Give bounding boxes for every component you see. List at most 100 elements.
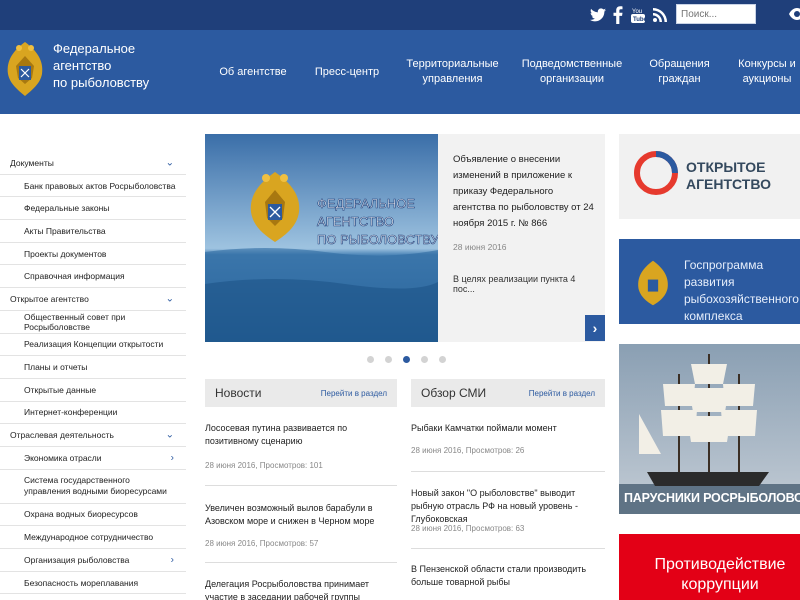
sidebar-item-label: Охрана водных биоресурсов bbox=[24, 509, 138, 520]
news-item-meta: 28 июня 2016, Просмотров: 101 bbox=[205, 461, 323, 470]
sidebar-item-documents[interactable]: Документы ⌄ bbox=[0, 152, 186, 175]
news-slider: ФЕДЕРАЛЬНОЕ АГЕНТСТВО ПО РЫБОЛОВСТВУ Объ… bbox=[205, 134, 605, 342]
sidebar-item-draft-docs[interactable]: Проекты документов bbox=[0, 243, 186, 266]
sidebar-item-label: Федеральные законы bbox=[24, 203, 110, 214]
news-item-title[interactable]: Лососевая путина развивается по позитивн… bbox=[205, 422, 397, 448]
media-title[interactable]: Обзор СМИ bbox=[421, 386, 486, 400]
rss-icon[interactable] bbox=[652, 5, 668, 25]
top-bar: YouTube bbox=[0, 0, 800, 30]
sidebar-item-economy[interactable]: Экономика отрасли › bbox=[0, 447, 186, 470]
sidebar-item-label: Интернет-конференции bbox=[24, 407, 118, 418]
nav-about[interactable]: Об агентстве bbox=[216, 30, 290, 114]
slide-image-text: АГЕНТСТВО bbox=[317, 214, 394, 229]
facebook-icon[interactable] bbox=[612, 5, 624, 25]
open-agency-line: АГЕНТСТВО bbox=[686, 176, 772, 192]
sidebar-item-gov-acts[interactable]: Акты Правительства bbox=[0, 220, 186, 243]
chevron-down-icon[interactable]: ⌄ bbox=[166, 430, 174, 441]
sidebar-item-label: Экономика отрасли bbox=[24, 452, 102, 463]
sidebar-item-industry[interactable]: Отраслевая деятельность ⌄ bbox=[0, 424, 186, 447]
sidebar-item-label: Справочная информация bbox=[24, 271, 125, 282]
open-agency-text: ОТКРЫТОЕ АГЕНТСТВО bbox=[686, 159, 771, 193]
media-item-meta: 28 июня 2016, Просмотров: 26 bbox=[411, 446, 525, 455]
sidebar-item-reference-info[interactable]: Справочная информация bbox=[0, 265, 186, 289]
slide-image-text: ПО РЫБОЛОВСТВУ bbox=[317, 232, 438, 247]
sailing-ships-text: ПАРУСНИКИ РОСРЫБОЛОВСТВА bbox=[624, 491, 800, 505]
slide-title[interactable]: Объявление о внесении изменений в прилож… bbox=[453, 152, 598, 232]
open-agency-line: ОТКРЫТОЕ bbox=[686, 159, 766, 175]
sidebar-item-international[interactable]: Международное сотрудничество bbox=[0, 526, 186, 549]
sidebar-item-federal-laws[interactable]: Федеральные законы bbox=[0, 197, 186, 221]
divider bbox=[205, 485, 397, 486]
sidebar-item-protection[interactable]: Охрана водных биоресурсов bbox=[0, 504, 186, 527]
nav-tenders[interactable]: Конкурсы и аукционы bbox=[734, 30, 800, 114]
chevron-right-icon: › bbox=[592, 320, 598, 336]
divider bbox=[411, 471, 605, 472]
sidebar-item-label: Банк правовых актов Росрыболовства bbox=[24, 180, 176, 191]
slider-dot[interactable] bbox=[367, 356, 374, 363]
twitter-icon[interactable] bbox=[590, 5, 606, 25]
emblem-logo[interactable] bbox=[4, 38, 46, 102]
sidebar-item-label: Организация рыболовства bbox=[24, 554, 130, 565]
chevron-down-icon[interactable]: ⌄ bbox=[166, 293, 174, 304]
gosprogram-text: Госпрограмма развития рыбохозяйственного… bbox=[684, 258, 799, 323]
slider-dot[interactable] bbox=[421, 356, 428, 363]
slider-next-button[interactable]: › bbox=[585, 315, 605, 341]
sidebar-item-internet-conferences[interactable]: Интернет-конференции bbox=[0, 402, 186, 425]
news-item-title[interactable]: Делегация Росрыболовства принимает участ… bbox=[205, 578, 397, 600]
sidebar-item-fishery-org[interactable]: Организация рыболовства › bbox=[0, 549, 186, 572]
slide-content: Объявление о внесении изменений в прилож… bbox=[453, 152, 598, 294]
chevron-right-icon[interactable]: › bbox=[171, 554, 174, 565]
media-section-link[interactable]: Перейти в раздел bbox=[529, 389, 595, 398]
sidebar-item-label: Планы и отчеты bbox=[24, 362, 88, 373]
chevron-down-icon[interactable]: ⌄ bbox=[166, 157, 174, 168]
sidebar-item-open-data[interactable]: Открытые данные bbox=[0, 379, 186, 402]
sidebar-item-public-council[interactable]: Общественный совет при Росрыболовстве bbox=[0, 311, 186, 334]
sidebar-item-label: Система государственного управления водн… bbox=[24, 475, 167, 497]
sidebar-item-management-system[interactable]: Система государственного управления водн… bbox=[0, 470, 186, 504]
sidebar-item-navigation-safety[interactable]: Безопасность мореплавания bbox=[0, 572, 186, 595]
media-item-title[interactable]: В Пензенской области стали производить б… bbox=[411, 563, 605, 589]
sidebar-item-legal-bank[interactable]: Банк правовых актов Росрыболовства bbox=[0, 175, 186, 198]
nav-subordinate[interactable]: Подведомственные организации bbox=[521, 30, 623, 114]
media-item-meta: 28 июня 2016, Просмотров: 63 bbox=[411, 524, 525, 533]
sailing-ships-banner[interactable] bbox=[619, 344, 800, 514]
sidebar-item-plans-reports[interactable]: Планы и отчеты bbox=[0, 356, 186, 379]
nav-territorial[interactable]: Территориальные управления bbox=[405, 30, 500, 114]
eye-icon[interactable] bbox=[789, 6, 800, 22]
slider-dot[interactable] bbox=[439, 356, 446, 363]
slide-image[interactable]: ФЕДЕРАЛЬНОЕ АГЕНТСТВО ПО РЫБОЛОВСТВУ bbox=[205, 134, 438, 342]
media-header: Обзор СМИ Перейти в раздел bbox=[411, 379, 605, 407]
slider-dot-active[interactable] bbox=[403, 356, 410, 363]
sidebar-item-openness-concept[interactable]: Реализация Концепции открытости bbox=[0, 334, 186, 357]
nav-citizen-appeals[interactable]: Обращения граждан bbox=[642, 30, 717, 114]
sidebar-item-label: Акты Правительства bbox=[24, 225, 106, 236]
slider-dots bbox=[367, 356, 446, 363]
search-input[interactable] bbox=[676, 4, 756, 24]
media-item-title[interactable]: Рыбаки Камчатки поймали момент bbox=[411, 422, 605, 435]
site-header: Федеральное агентство по рыболовству Об … bbox=[0, 30, 800, 114]
nav-press-center[interactable]: Пресс-центр bbox=[311, 30, 383, 114]
org-name-line: агентство bbox=[53, 58, 112, 73]
sidebar-item-label: Отраслевая деятельность bbox=[10, 430, 114, 441]
sidebar-item-label: Международное сотрудничество bbox=[24, 532, 154, 543]
media-item-title[interactable]: Новый закон "О рыболовстве" выводит рыбн… bbox=[411, 487, 605, 526]
chevron-right-icon[interactable]: › bbox=[171, 452, 174, 463]
sidebar-item-label: Проекты документов bbox=[24, 248, 107, 259]
slider-dot[interactable] bbox=[385, 356, 392, 363]
sidebar-item-label: Безопасность мореплавания bbox=[24, 577, 139, 588]
news-header: Новости Перейти в раздел bbox=[205, 379, 397, 407]
news-item-title[interactable]: Увеличен возможный вылов барабули в Азов… bbox=[205, 502, 397, 528]
sidebar-item-open-agency[interactable]: Открытое агентство ⌄ bbox=[0, 288, 186, 311]
sidebar-menu: Документы ⌄ Банк правовых актов Росрыболо… bbox=[0, 152, 186, 595]
youtube-icon[interactable]: YouTube bbox=[630, 5, 646, 25]
news-title[interactable]: Новости bbox=[215, 386, 261, 400]
organization-name[interactable]: Федеральное агентство по рыболовству bbox=[53, 40, 163, 91]
sidebar-item-label: Открытые данные bbox=[24, 384, 97, 395]
sidebar-item-label: Открытое агентство bbox=[10, 293, 89, 304]
sidebar-item-label: Реализация Концепции открытости bbox=[24, 339, 164, 350]
emblem-icon bbox=[638, 260, 668, 306]
news-section-link[interactable]: Перейти в раздел bbox=[321, 389, 387, 398]
anti-corruption-text: Противодействие коррупции bbox=[654, 556, 786, 593]
news-item-meta: 28 июня 2016, Просмотров: 57 bbox=[205, 539, 319, 548]
slide-date: 28 июня 2016 bbox=[453, 242, 507, 252]
